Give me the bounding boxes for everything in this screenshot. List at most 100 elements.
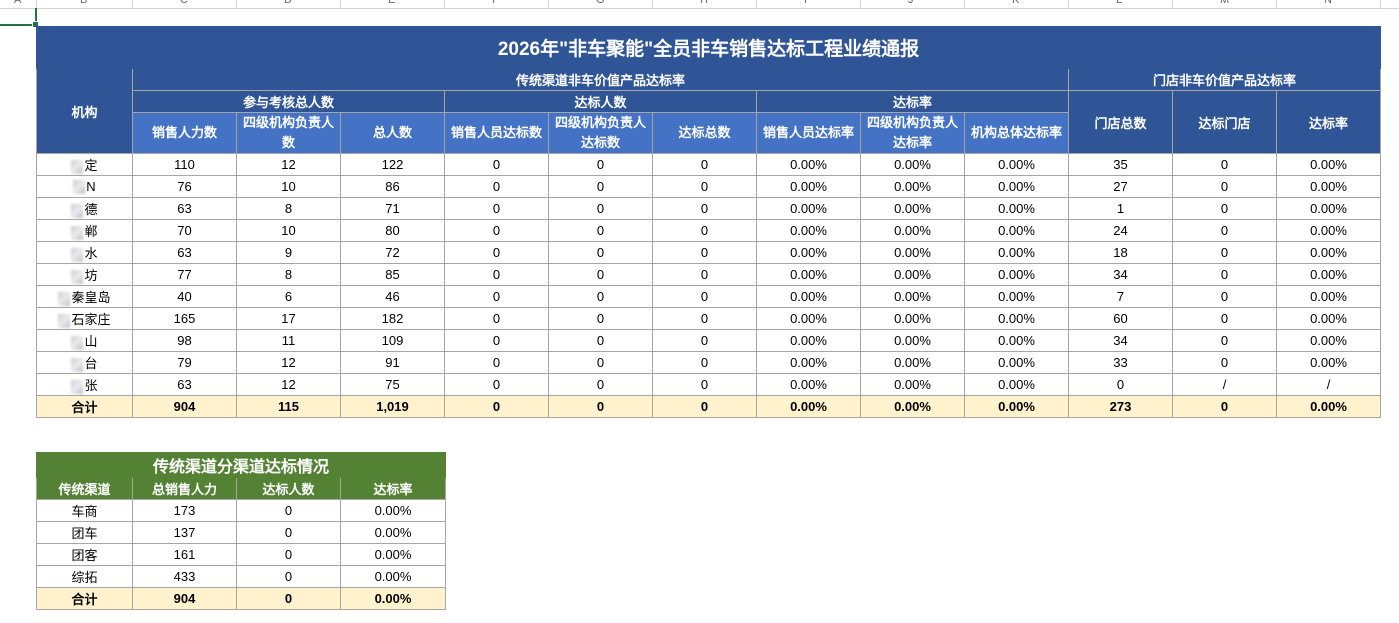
cell-value[interactable]: 0 — [236, 543, 341, 566]
cell-value[interactable]: 0.00% — [964, 241, 1069, 264]
cell-value[interactable]: 24 — [1068, 219, 1173, 242]
cell-value[interactable]: 0.00% — [964, 285, 1069, 308]
column-separator[interactable] — [964, 0, 965, 8]
cell-value[interactable]: 0 — [652, 329, 757, 352]
cell-value[interactable]: 0.00% — [860, 219, 965, 242]
cell-value[interactable]: 0.00% — [964, 175, 1069, 198]
header-level4-rate[interactable]: 四级机构负责人达标率 — [860, 112, 965, 154]
cell-value[interactable]: 0.00% — [756, 307, 861, 330]
cell-value[interactable]: 35 — [1068, 153, 1173, 176]
cell-value[interactable]: 0 — [548, 219, 653, 242]
cell-value[interactable]: 0 — [652, 219, 757, 242]
cell-value[interactable]: 0 — [652, 395, 757, 418]
cell-value[interactable]: 86 — [340, 175, 445, 198]
cell-value[interactable]: 85 — [340, 263, 445, 286]
cell-value[interactable]: 0.00% — [339, 587, 447, 610]
cell-value[interactable]: 75 — [340, 373, 445, 396]
header-store-qualified[interactable]: 达标门店 — [1172, 90, 1277, 154]
cell-value[interactable]: 0 — [548, 153, 653, 176]
cell-value[interactable]: 0 — [236, 565, 341, 588]
column-separator[interactable] — [340, 0, 341, 8]
cell-value[interactable]: 109 — [340, 329, 445, 352]
cell-value[interactable]: 0.00% — [964, 197, 1069, 220]
header-store-rate[interactable]: 达标率 — [1276, 90, 1381, 154]
cell-org[interactable]: 德 — [36, 197, 133, 220]
cell-value[interactable]: 0.00% — [1276, 241, 1381, 264]
cell-value[interactable]: 0 — [652, 197, 757, 220]
column-separator[interactable] — [1380, 0, 1381, 8]
column-letter[interactable]: A — [14, 0, 21, 6]
cell-value[interactable]: 0 — [652, 263, 757, 286]
header-org[interactable]: 机构 — [36, 68, 133, 154]
cell-value[interactable]: 76 — [132, 175, 237, 198]
cell-value[interactable]: 0.00% — [756, 175, 861, 198]
cell-value[interactable]: 0.00% — [964, 153, 1069, 176]
cell-value[interactable]: 0 — [236, 499, 341, 522]
cell-value[interactable]: / — [1276, 373, 1381, 396]
channel-header-qualified[interactable]: 达标人数 — [236, 477, 341, 500]
cell-value[interactable]: 0 — [444, 285, 549, 308]
cell-value[interactable]: 161 — [132, 543, 237, 566]
cell-value[interactable]: 0.00% — [860, 241, 965, 264]
cell-value[interactable]: 173 — [132, 499, 237, 522]
cell-value[interactable]: 12 — [236, 153, 341, 176]
cell-value[interactable]: 77 — [132, 263, 237, 286]
cell-value[interactable]: 0.00% — [756, 395, 861, 418]
cell-value[interactable]: 6 — [236, 285, 341, 308]
cell-org[interactable]: 定 — [36, 153, 133, 176]
cell-value[interactable]: 33 — [1068, 351, 1173, 374]
cell-value[interactable]: 0 — [444, 153, 549, 176]
cell-value[interactable]: 0.00% — [756, 329, 861, 352]
column-letter[interactable]: H — [700, 0, 708, 6]
cell-channel[interactable]: 团客 — [36, 543, 133, 566]
cell-value[interactable]: 0 — [444, 373, 549, 396]
cell-value[interactable]: 46 — [340, 285, 445, 308]
cell-value[interactable]: 0.00% — [1276, 153, 1381, 176]
column-separator[interactable] — [132, 0, 133, 8]
column-letter[interactable]: N — [1324, 0, 1332, 6]
cell-value[interactable]: 0 — [1172, 351, 1277, 374]
cell-value[interactable]: 18 — [1068, 241, 1173, 264]
header-traditional-channel[interactable]: 传统渠道非车价值产品达标率 — [132, 68, 1069, 91]
cell-value[interactable]: 115 — [236, 395, 341, 418]
header-sales-rate[interactable]: 销售人员达标率 — [756, 112, 861, 154]
header-participants[interactable]: 参与考核总人数 — [132, 90, 445, 113]
cell-value[interactable]: 0 — [548, 263, 653, 286]
cell-value[interactable]: 0 — [444, 175, 549, 198]
column-separator[interactable] — [652, 0, 653, 8]
cell-value[interactable]: 0.00% — [1276, 263, 1381, 286]
cell-value[interactable]: 0.00% — [1276, 197, 1381, 220]
cell-value[interactable]: 0.00% — [339, 499, 447, 522]
cell-value[interactable]: 0 — [1172, 241, 1277, 264]
column-separator[interactable] — [860, 0, 861, 8]
cell-value[interactable]: 0 — [236, 587, 341, 610]
cell-value[interactable]: 63 — [132, 197, 237, 220]
cell-value[interactable]: 0 — [548, 395, 653, 418]
cell-value[interactable]: 17 — [236, 307, 341, 330]
cell-value[interactable]: 0 — [548, 307, 653, 330]
cell-value[interactable]: 63 — [132, 373, 237, 396]
cell-value[interactable]: 0 — [1172, 175, 1277, 198]
cell-value[interactable]: 0 — [548, 175, 653, 198]
cell-org[interactable]: 石家庄 — [36, 307, 133, 330]
cell-value[interactable]: 0.00% — [756, 285, 861, 308]
cell-value[interactable]: 0 — [1172, 329, 1277, 352]
cell-channel[interactable]: 车商 — [36, 499, 133, 522]
cell-value[interactable]: 0.00% — [860, 351, 965, 374]
header-sales-qualified[interactable]: 销售人员达标数 — [444, 112, 549, 154]
cell-value[interactable]: 8 — [236, 197, 341, 220]
cell-value[interactable]: 0.00% — [860, 153, 965, 176]
cell-value[interactable]: 433 — [132, 565, 237, 588]
cell-org[interactable]: 坊 — [36, 263, 133, 286]
cell-value[interactable]: 0 — [444, 307, 549, 330]
cell-value[interactable]: 182 — [340, 307, 445, 330]
column-separator[interactable] — [756, 0, 757, 8]
cell-value[interactable]: 72 — [340, 241, 445, 264]
cell-value[interactable]: 137 — [132, 521, 237, 544]
cell-value[interactable]: 0.00% — [339, 521, 447, 544]
channel-header-sales-staff[interactable]: 总销售人力 — [132, 477, 237, 500]
cell-value[interactable]: 0.00% — [964, 307, 1069, 330]
cell-value[interactable]: 27 — [1068, 175, 1173, 198]
cell-value[interactable]: 0 — [548, 373, 653, 396]
cell-value[interactable]: 0.00% — [860, 329, 965, 352]
